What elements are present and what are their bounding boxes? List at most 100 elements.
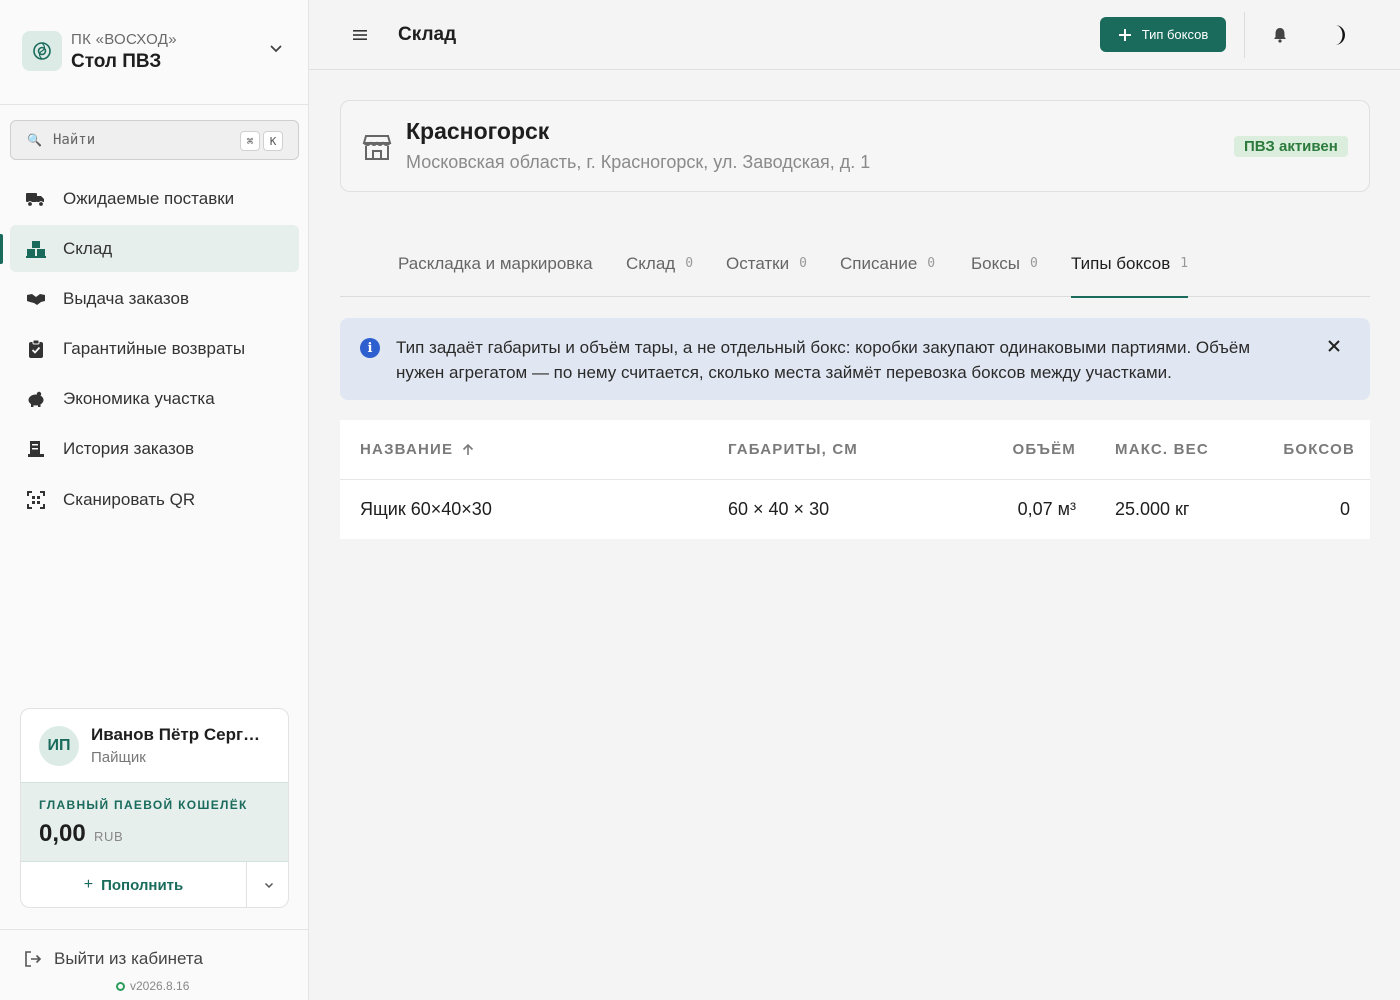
column-header-volume[interactable]: ОБЪЁМ (1013, 420, 1076, 479)
org-logo-icon (22, 31, 62, 71)
tab-count: 0 (685, 256, 694, 271)
search-box[interactable]: 🔍 ⌘ K (10, 120, 299, 160)
sidebar-item-label: Ожидаемые поставки (63, 188, 235, 208)
user-role: Пайщик (91, 749, 146, 766)
column-header-label: ГАБАРИТЫ, СМ (728, 441, 858, 458)
logout-button[interactable]: Выйти из кабинета (20, 946, 220, 972)
column-header-name[interactable]: НАЗВАНИЕ (360, 420, 475, 479)
sidebar-item-site-economics[interactable]: Экономика участка (10, 375, 299, 422)
piggy-bank-icon (26, 389, 46, 409)
wallet-panel: ГЛАВНЫЙ ПАЕВОЙ КОШЕЛЁК 0,00 RUB (21, 782, 288, 862)
warehouse-tabs: Раскладка и маркировка Склад 0 Остатки 0… (340, 230, 1370, 298)
tab-count: 1 (1180, 256, 1189, 271)
sidebar-item-label: Выдача заказов (63, 288, 190, 308)
pickup-point-card: Красногорск Московская область, г. Красн… (340, 100, 1370, 192)
topup-label: Пополнить (101, 876, 184, 894)
tab-label: Списание (840, 253, 918, 273)
pickup-point-address: Московская область, г. Красногорск, ул. … (406, 152, 871, 172)
user-card: ИП Иванов Пётр Сергеевич Пайщик ГЛАВНЫЙ … (20, 708, 289, 908)
table-divider (340, 479, 1370, 480)
tab-label: Склад (626, 253, 676, 273)
sidebar-item-warranty-returns[interactable]: Гарантийные возвраты (10, 325, 299, 372)
store-icon (362, 135, 392, 160)
cell-box-count: 0 (1339, 499, 1350, 519)
logout-label: Выйти из кабинета (54, 949, 203, 968)
user-name: Иванов Пётр Сергеевич (91, 725, 269, 744)
logout-icon (25, 951, 42, 967)
column-header-label: НАЗВАНИЕ (360, 441, 454, 458)
column-header-max-weight[interactable]: МАКС. ВЕС (1115, 420, 1209, 479)
receipt-icon (26, 439, 46, 459)
column-header-label: ОБЪЁМ (1012, 441, 1076, 458)
tab-stock[interactable]: Остатки 0 (726, 230, 807, 297)
tab-label: Боксы (971, 253, 1020, 273)
box-types-table: НАЗВАНИЕ ГАБАРИТЫ, СМ ОБЪЁМ МАКС. ВЕС БО… (340, 420, 1370, 539)
qr-scan-icon (26, 490, 46, 510)
sidebar-item-order-history[interactable]: История заказов (10, 425, 299, 472)
sidebar-item-label: Экономика участка (63, 388, 215, 408)
moon-icon[interactable] (1325, 22, 1351, 48)
org-subtitle: ПК «ВОСХОД» (71, 31, 177, 48)
sidebar: ПК «ВОСХОД» Стол ПВЗ 🔍 ⌘ K Ожидаемые пос… (0, 0, 309, 1000)
tab-count: 0 (799, 256, 807, 271)
tab-label: Раскладка и маркировка (398, 253, 593, 273)
sidebar-item-expected-deliveries[interactable]: Ожидаемые поставки (10, 175, 299, 222)
column-header-label: БОКСОВ (1283, 441, 1355, 458)
wallet-menu-button[interactable] (246, 862, 288, 907)
add-box-type-label: Тип боксов (1141, 27, 1209, 42)
sidebar-item-label: История заказов (63, 438, 195, 458)
sort-ascending-icon (463, 443, 474, 455)
wallet-amount: 0,00 (39, 820, 86, 847)
chevron-down-icon[interactable] (268, 40, 284, 56)
tab-label: Типы боксов (1071, 253, 1171, 273)
clipboard-check-icon (26, 339, 46, 359)
search-input[interactable] (53, 130, 233, 150)
column-header-label: МАКС. ВЕС (1115, 441, 1209, 458)
handshake-icon (26, 289, 46, 309)
sidebar-item-label: Сканировать QR (63, 489, 196, 509)
add-box-type-button[interactable]: Тип боксов (1100, 17, 1226, 52)
info-banner: i Тип задаёт габариты и объём тары, а не… (340, 318, 1370, 400)
sidebar-item-scan-qr[interactable]: Сканировать QR (10, 476, 299, 523)
avatar: ИП (39, 726, 79, 766)
status-badge: ПВЗ активен (1234, 136, 1348, 157)
plus-icon (1118, 28, 1131, 41)
shortcut-key: K (263, 131, 283, 151)
tab-box-types[interactable]: Типы боксов 1 (1071, 230, 1189, 298)
tab-layout-marking[interactable]: Раскладка и маркировка (398, 230, 593, 297)
tab-warehouse[interactable]: Склад 0 (626, 230, 693, 297)
sidebar-item-label: Гарантийные возвраты (63, 338, 246, 358)
org-name: Стол ПВЗ (71, 51, 162, 72)
boxes-icon (26, 239, 46, 259)
chevron-down-icon (264, 882, 273, 889)
wallet-currency: RUB (94, 829, 124, 844)
app-version: v2026.8.16 (116, 979, 189, 993)
cell-max-weight: 25.000 кг (1115, 499, 1190, 519)
logout-section: Выйти из кабинета v2026.8.16 (0, 929, 308, 1000)
bell-icon[interactable] (1271, 26, 1289, 44)
top-header: Склад Тип боксов (309, 0, 1400, 70)
info-icon: i (360, 338, 380, 358)
tab-boxes[interactable]: Боксы 0 (971, 230, 1038, 297)
close-icon[interactable] (1324, 336, 1344, 356)
column-header-box-count[interactable]: БОКСОВ (1283, 420, 1355, 479)
active-nav-marker (0, 234, 3, 264)
cell-volume: 0,07 м³ (1017, 499, 1076, 519)
shortcut-mod-key: ⌘ (240, 131, 260, 151)
tab-count: 0 (1029, 256, 1038, 271)
status-dot-icon (116, 981, 125, 991)
header-divider (1244, 12, 1245, 58)
sidebar-item-warehouse[interactable]: Склад (10, 225, 299, 272)
truck-icon (26, 189, 46, 209)
wallet-label: ГЛАВНЫЙ ПАЕВОЙ КОШЕЛЁК (39, 798, 248, 812)
menu-icon[interactable] (351, 26, 369, 44)
plus-icon: + (83, 876, 94, 893)
topup-button[interactable]: + Пополнить (21, 862, 246, 907)
org-switcher[interactable]: ПК «ВОСХОД» Стол ПВЗ (0, 0, 308, 105)
column-header-dimensions[interactable]: ГАБАРИТЫ, СМ (728, 420, 858, 479)
tab-label: Остатки (726, 253, 790, 273)
sidebar-item-order-pickup[interactable]: Выдача заказов (10, 275, 299, 322)
info-text: Тип задаёт габариты и объём тары, а не о… (396, 338, 1251, 382)
tab-write-off[interactable]: Списание 0 (840, 230, 935, 297)
cell-name: Ящик 60×40×30 (360, 499, 492, 519)
